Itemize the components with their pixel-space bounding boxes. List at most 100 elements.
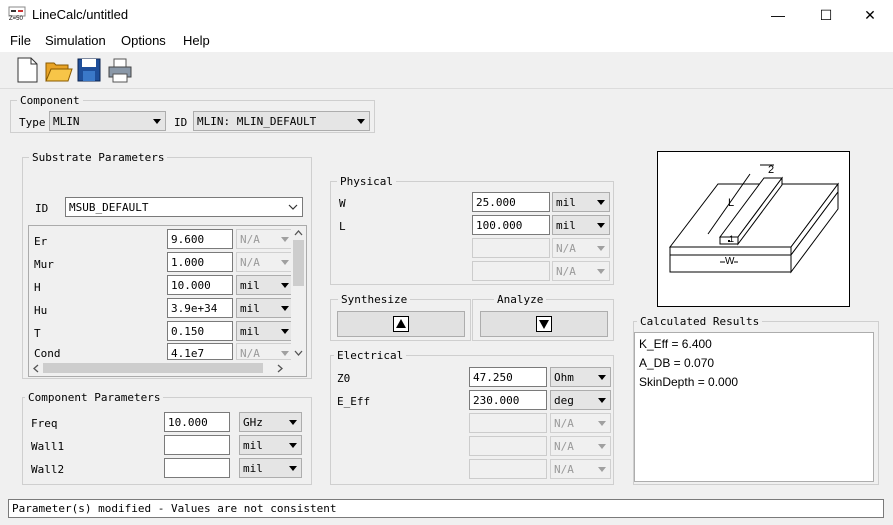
new-file-icon[interactable] [12, 55, 42, 85]
substrate-id-select[interactable]: MSUB_DEFAULT [65, 197, 303, 217]
analyze-title: Analyze [494, 293, 547, 306]
physical-w-label: W [339, 197, 346, 210]
result-a-db: A_DB = 0.070 [639, 356, 715, 370]
substrate-param-name: Hu [34, 304, 48, 317]
diagram-width-label: W [725, 256, 735, 267]
results-box: K_Eff = 6.400 A_DB = 0.070 SkinDepth = 0… [634, 332, 874, 482]
substrate-unit-select[interactable]: mil [236, 298, 294, 318]
save-disk-icon[interactable] [74, 55, 104, 85]
wall1-label: Wall1 [31, 440, 65, 453]
window-title: LineCalc/untitled [32, 7, 129, 22]
substrate-param-value[interactable]: 3.9e+34 [167, 298, 233, 318]
result-skin-depth: SkinDepth = 0.000 [639, 375, 739, 389]
toolbar [0, 52, 893, 89]
electrical-title: Electrical [334, 349, 407, 362]
electrical-extra-input [469, 459, 547, 479]
wall1-input[interactable] [164, 435, 230, 455]
menu-options[interactable]: Options [121, 33, 166, 48]
substrate-unit-select: N/A [236, 252, 294, 272]
substrate-param-name: H [34, 281, 41, 294]
e-eff-input[interactable]: 230.000 [469, 390, 547, 410]
z0-unit-select[interactable]: Ohm [550, 367, 611, 387]
electrical-extra-input [469, 413, 547, 433]
substrate-unit-select[interactable]: mil [236, 275, 294, 295]
synthesize-button[interactable] [337, 311, 465, 337]
type-select[interactable]: MLIN [49, 111, 166, 131]
freq-unit-select[interactable]: GHz [239, 412, 302, 432]
title-bar: Z=50 LineCalc/untitled — ☐ ✕ [0, 0, 893, 30]
electrical-extra-unit-select: N/A [550, 413, 611, 433]
e-eff-unit-select[interactable]: deg [550, 390, 611, 410]
type-label: Type [19, 116, 46, 129]
substrate-param-value[interactable]: 0.150 [167, 321, 233, 341]
component-id-select[interactable]: MLIN: MLIN_DEFAULT [193, 111, 370, 131]
status-message: Parameter(s) modified - Values are not c… [12, 502, 337, 515]
diagram-length-label: L [728, 197, 735, 209]
results-title: Calculated Results [637, 315, 763, 328]
substrate-unit-select[interactable]: mil [236, 321, 294, 341]
microstrip-drawing [668, 164, 839, 274]
z0-input[interactable]: 47.250 [469, 367, 547, 387]
result-k-eff: K_Eff = 6.400 [639, 337, 712, 351]
wall1-unit-select[interactable]: mil [239, 435, 302, 455]
substrate-param-value[interactable]: 1.000 [167, 252, 233, 272]
menu-help[interactable]: Help [183, 33, 210, 48]
physical-l-label: L [339, 220, 346, 233]
chevron-down-icon [357, 119, 365, 124]
freq-label: Freq [31, 417, 58, 430]
e-eff-label: E_Eff [337, 395, 371, 408]
chevron-down-icon [288, 204, 298, 210]
print-icon[interactable] [105, 55, 135, 85]
scroll-thumb[interactable] [293, 240, 304, 286]
scroll-thumb[interactable] [43, 363, 263, 373]
substrate-id-label: ID [35, 202, 49, 215]
physical-extra-unit-select: N/A [552, 238, 610, 258]
electrical-extra-unit-select: N/A [550, 459, 611, 479]
substrate-vertical-scrollbar[interactable] [291, 226, 306, 360]
wall2-label: Wall2 [31, 463, 65, 476]
substrate-param-name: Mur [34, 258, 54, 271]
wall2-input[interactable] [164, 458, 230, 478]
substrate-param-name: Cond [34, 347, 61, 360]
microstrip-diagram: 2 L 1 W [657, 151, 850, 307]
freq-input[interactable]: 10.000 [164, 412, 230, 432]
substrate-horizontal-scrollbar[interactable] [29, 360, 291, 376]
scroll-up-icon [294, 230, 303, 236]
menu-simulation[interactable]: Simulation [45, 33, 106, 48]
scroll-right-icon [277, 364, 283, 373]
synthesize-title: Synthesize [338, 293, 411, 306]
physical-l-input[interactable]: 100.000 [472, 215, 550, 235]
wall2-unit-select[interactable]: mil [239, 458, 302, 478]
substrate-scroll-area: Er 9.600 N/A Mur 1.000 N/A H 10.000 mil … [28, 225, 307, 377]
minimize-button[interactable]: — [755, 0, 801, 30]
chevron-down-icon [153, 119, 161, 124]
substrate-param-value[interactable]: 10.000 [167, 275, 233, 295]
diagram-port2-label: 2 [768, 164, 775, 176]
open-folder-icon[interactable] [43, 55, 73, 85]
up-triangle-icon [393, 316, 409, 332]
substrate-param-value[interactable]: 4.1e7 [167, 343, 233, 360]
substrate-param-name: T [34, 327, 41, 340]
analyze-button[interactable] [480, 311, 608, 337]
electrical-extra-unit-select: N/A [550, 436, 611, 456]
menu-file[interactable]: File [10, 33, 31, 48]
physical-l-unit-select[interactable]: mil [552, 215, 610, 235]
scroll-left-icon [33, 364, 39, 373]
diagram-port1-label: 1 [729, 234, 735, 244]
close-button[interactable]: ✕ [847, 0, 893, 30]
menu-bar: File Simulation Options Help [0, 30, 893, 52]
down-triangle-icon [536, 316, 552, 332]
physical-w-input[interactable]: 25.000 [472, 192, 550, 212]
physical-w-unit-select[interactable]: mil [552, 192, 610, 212]
app-icon-text: Z=50 [9, 16, 23, 22]
electrical-extra-input [469, 436, 547, 456]
substrate-param-name: Er [34, 235, 48, 248]
maximize-button[interactable]: ☐ [803, 0, 849, 30]
substrate-param-value[interactable]: 9.600 [167, 229, 233, 249]
substrate-unit-select: N/A [236, 229, 294, 249]
status-bar: Parameter(s) modified - Values are not c… [8, 499, 884, 518]
component-params-title: Component Parameters [25, 391, 164, 404]
scroll-down-icon [294, 350, 303, 356]
physical-extra-input [472, 238, 550, 258]
substrate-unit-select: N/A [236, 343, 294, 360]
